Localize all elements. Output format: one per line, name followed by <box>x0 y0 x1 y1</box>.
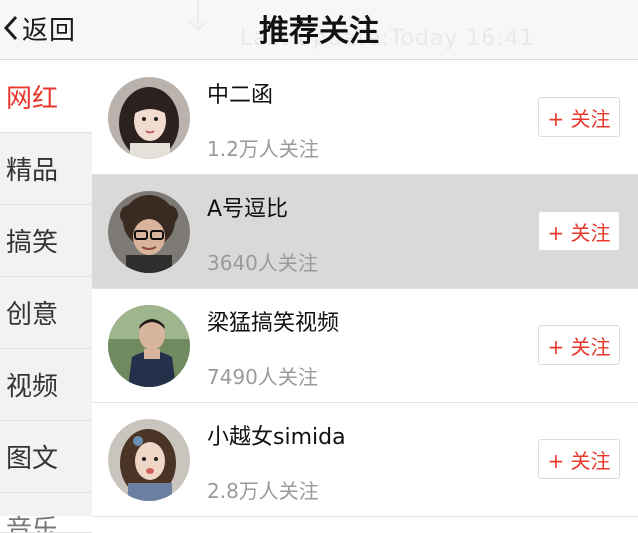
avatar[interactable] <box>108 419 190 501</box>
category-label: 创意 <box>6 300 59 330</box>
category-label: 图文 <box>6 444 59 474</box>
category-shipin[interactable]: 视频 <box>0 349 92 421</box>
avatar[interactable] <box>108 77 190 159</box>
follow-button[interactable]: + 关注 <box>538 97 620 137</box>
avatar[interactable] <box>108 191 190 273</box>
follow-button[interactable]: + 关注 <box>538 211 620 251</box>
category-label: 音乐 <box>6 515 59 533</box>
follower-count: 3640人关注 <box>207 251 318 275</box>
user-list: 中二函 1.2万人关注 + 关注 A号逗比 3640人关注 + 关注 梁猛搞笑视… <box>92 61 638 517</box>
follower-count: 1.2万人关注 <box>207 137 319 161</box>
page-title: 推荐关注 <box>259 14 379 49</box>
list-item[interactable]: 小越女simida 2.8万人关注 + 关注 <box>92 403 638 517</box>
category-yinyue[interactable]: 音乐 <box>0 493 92 533</box>
list-item[interactable]: 梁猛搞笑视频 7490人关注 + 关注 <box>92 289 638 403</box>
user-name: 小越女simida <box>207 425 346 450</box>
curly-hair-portrait-icon <box>108 191 190 273</box>
category-label: 网红 <box>6 84 59 114</box>
follow-button[interactable]: + 关注 <box>538 439 620 479</box>
category-label: 视频 <box>6 372 59 402</box>
female-portrait-icon <box>108 419 190 501</box>
category-sidebar: 网红 精品 搞笑 创意 视频 图文 音乐 <box>0 61 92 533</box>
list-item[interactable]: A号逗比 3640人关注 + 关注 <box>92 175 638 289</box>
male-outdoor-portrait-icon <box>108 305 190 387</box>
category-wanghong[interactable]: 网红 <box>0 61 92 133</box>
category-tuwen[interactable]: 图文 <box>0 421 92 493</box>
category-label: 搞笑 <box>6 228 59 258</box>
user-name: A号逗比 <box>207 197 289 222</box>
category-chuangyi[interactable]: 创意 <box>0 277 92 349</box>
follow-button[interactable]: + 关注 <box>538 325 620 365</box>
follower-count: 2.8万人关注 <box>207 479 319 503</box>
list-item[interactable]: 中二函 1.2万人关注 + 关注 <box>92 61 638 175</box>
user-name: 中二函 <box>207 83 274 108</box>
category-gaoxiao[interactable]: 搞笑 <box>0 205 92 277</box>
navigation-bar: Last update:Today 16:41 返回 推荐关注 <box>0 0 638 60</box>
category-jingpin[interactable]: 精品 <box>0 133 92 205</box>
female-portrait-icon <box>108 77 190 159</box>
category-label: 精品 <box>6 156 59 186</box>
follower-count: 7490人关注 <box>207 365 318 389</box>
user-name: 梁猛搞笑视频 <box>207 311 340 336</box>
avatar[interactable] <box>108 305 190 387</box>
